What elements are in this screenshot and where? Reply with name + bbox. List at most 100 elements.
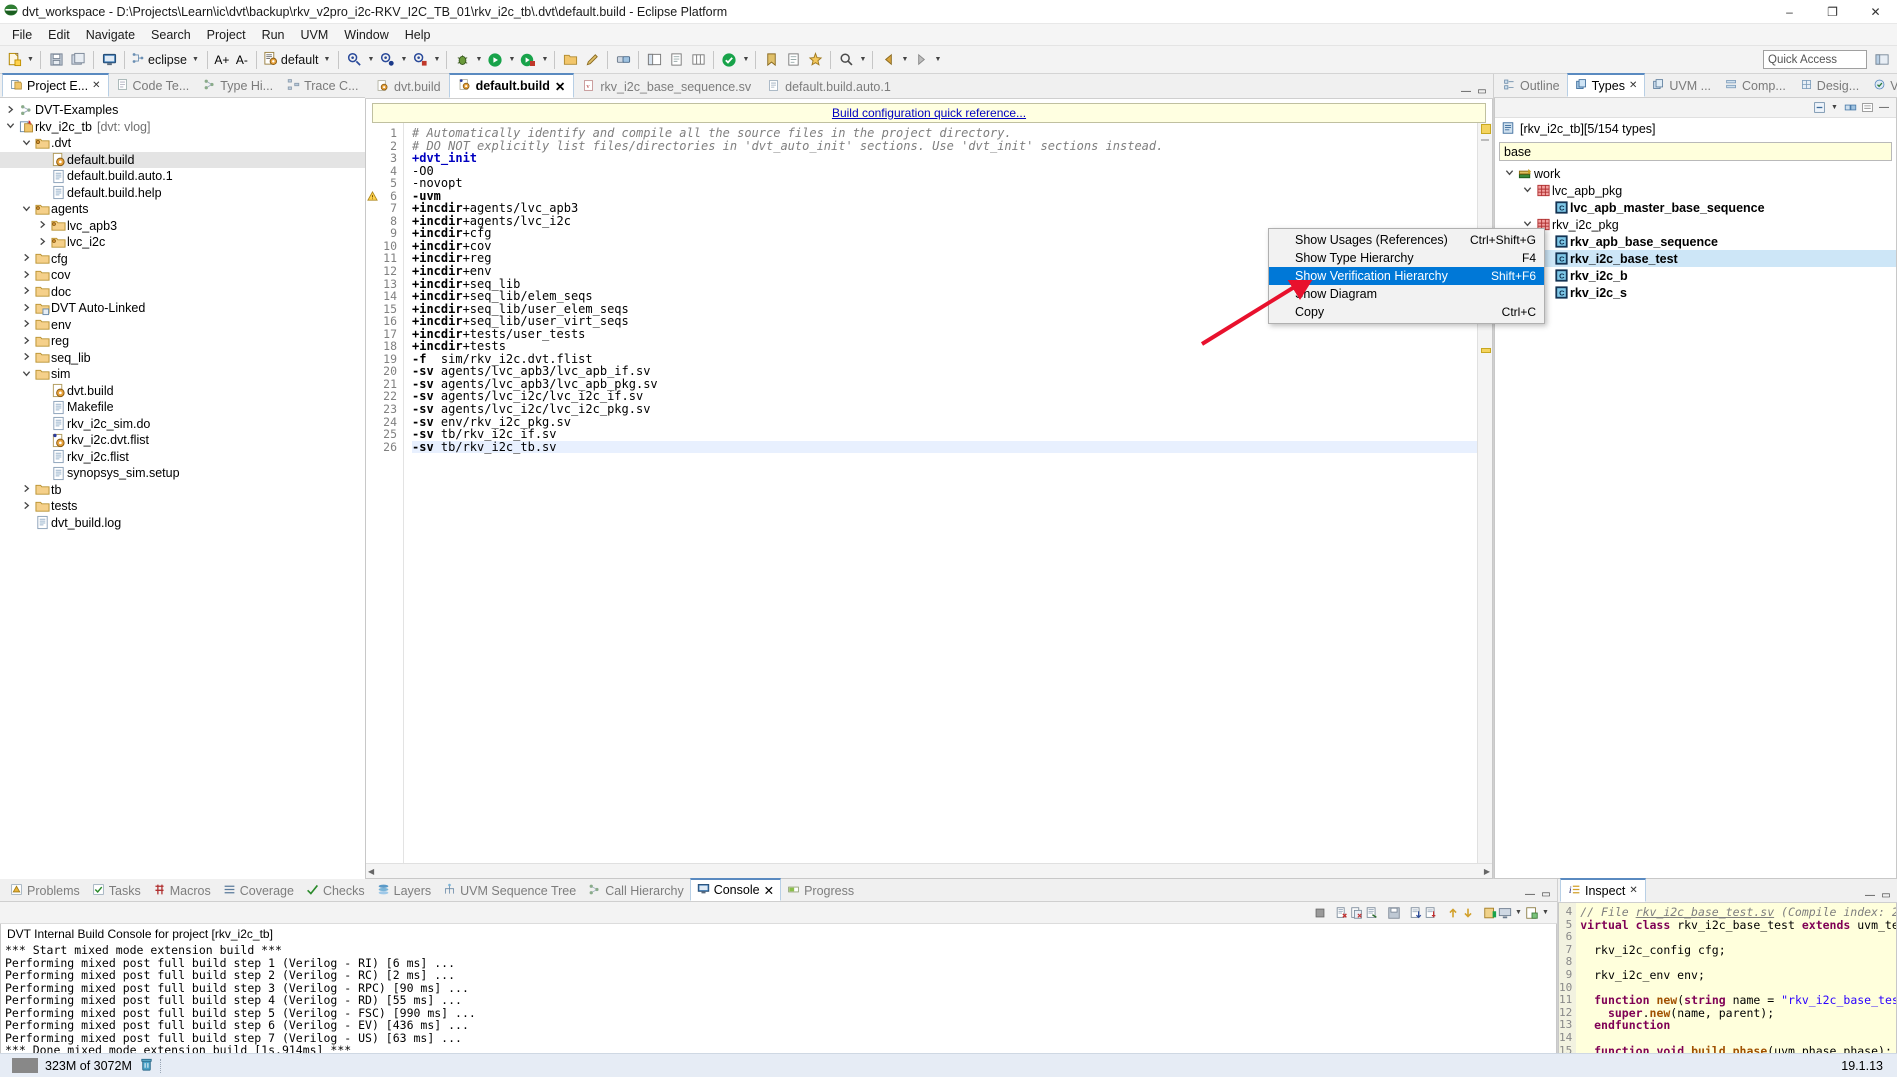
bottom-tab-console[interactable]: Console ✕ — [689, 878, 782, 901]
show-on-output-icon[interactable] — [1424, 906, 1438, 920]
collapse-all-icon[interactable] — [1812, 101, 1826, 115]
tree-item-doc[interactable]: doc — [0, 284, 365, 301]
twisty-icon[interactable] — [1521, 185, 1534, 196]
tree-item-default-build-auto-1[interactable]: default.build.auto.1 — [0, 168, 365, 185]
default-config-selector[interactable]: default ▼ — [261, 49, 335, 71]
code-line[interactable]: +incdir+tests/user_tests — [412, 327, 1477, 341]
tree-item-tests[interactable]: tests — [0, 498, 365, 515]
types-item-work[interactable]: work — [1495, 165, 1896, 182]
check-circle-icon[interactable] — [718, 49, 740, 71]
close-icon[interactable]: ✕ — [1629, 80, 1637, 91]
bottom-tab-tools[interactable]: — ▭ — [1523, 887, 1557, 901]
minimize-types-icon[interactable]: — — [1877, 101, 1891, 115]
annotation-marker[interactable] — [1481, 348, 1491, 353]
close-icon[interactable]: ✕ — [92, 80, 100, 91]
perspective-columns-icon[interactable] — [687, 49, 709, 71]
types-tree[interactable]: work lvc_apb_pkg Clvc_apb_master_base_sequ… — [1495, 163, 1896, 878]
menu-bar[interactable]: File Edit Navigate Search Project Run UV… — [0, 24, 1897, 46]
console-tabstrip[interactable]: Problems Tasks Macros Coverage Checks Layers U… — [0, 878, 1557, 902]
scroll-right-icon[interactable]: ▶ — [1484, 867, 1490, 876]
tree-item-makefile[interactable]: Makefile — [0, 399, 365, 416]
window-controls[interactable]: – ❐ ✕ — [1768, 0, 1897, 24]
bottom-panel[interactable]: Problems Tasks Macros Coverage Checks Layers U… — [0, 878, 1897, 1077]
twisty-icon[interactable] — [36, 237, 49, 248]
types-item-lvc-apb-master-base-sequence[interactable]: Clvc_apb_master_base_sequence — [1495, 199, 1896, 216]
tree-item-default-build-help[interactable]: default.build.help — [0, 185, 365, 202]
trash-icon[interactable] — [139, 1057, 154, 1075]
menu-search[interactable]: Search — [143, 26, 199, 44]
rebuild-icon[interactable] — [409, 49, 431, 71]
twisty-icon[interactable] — [4, 121, 17, 132]
tree-item-cfg[interactable]: cfg — [0, 251, 365, 268]
code-line[interactable]: +incdir+agents/lvc_apb3 — [412, 202, 1477, 215]
twisty-icon[interactable] — [20, 319, 33, 330]
scroll-left-icon[interactable]: ◀ — [368, 867, 374, 876]
editor-body[interactable]: Build configuration quick reference... 1… — [365, 99, 1493, 879]
debug-icon[interactable] — [451, 49, 473, 71]
run-dropdown-icon[interactable]: ▼ — [506, 49, 517, 71]
tree-item--dvt[interactable]: .dvt — [0, 135, 365, 152]
menu-item-show-usages-references-[interactable]: Show Usages (References) Ctrl+Shift+G — [1269, 231, 1544, 249]
bottom-tab-coverage[interactable]: Coverage — [217, 880, 300, 901]
tree-item-lvc-apb3[interactable]: lvc_apb3 — [0, 218, 365, 235]
types-view[interactable]: Outline Types ✕ UVM ... Comp... Desig...… — [1493, 73, 1897, 879]
tab-type-hierarchy[interactable]: Type Hi... — [196, 75, 280, 97]
tab-outline[interactable]: Outline — [1496, 75, 1567, 97]
twisty-icon[interactable] — [20, 286, 33, 297]
quick-access-area[interactable]: Quick Access — [1763, 49, 1897, 71]
editor-marker-gutter[interactable] — [366, 123, 378, 863]
editor-tab-default-build[interactable]: default.build ✕ — [448, 73, 575, 98]
run-external-icon[interactable] — [517, 49, 539, 71]
maximize-console-icon[interactable]: ▭ — [1539, 887, 1553, 901]
build-quick-reference-banner[interactable]: Build configuration quick reference... — [372, 103, 1486, 123]
forward-dropdown-icon[interactable]: ▼ — [932, 49, 943, 71]
minimize-editor-icon[interactable]: — — [1459, 84, 1473, 98]
twisty-icon[interactable] — [20, 352, 33, 363]
tree-item-seq-lib[interactable]: seq_lib — [0, 350, 365, 367]
editor-tabstrip[interactable]: dvt.build default.build ✕ v rkv_i2c_base… — [365, 73, 1493, 99]
menu-window[interactable]: Window — [336, 26, 396, 44]
tab-compile-order[interactable]: Comp... — [1718, 75, 1793, 97]
annotation-marker[interactable] — [1481, 124, 1491, 134]
remove-launch-icon[interactable] — [1335, 906, 1349, 920]
search-dropdown-icon[interactable]: ▼ — [857, 49, 868, 71]
rebuild-dropdown-icon[interactable]: ▼ — [431, 49, 442, 71]
link-editor-icon[interactable] — [612, 49, 634, 71]
inspect-code-line[interactable]: endfunction — [1580, 1019, 1896, 1032]
tree-item-env[interactable]: env — [0, 317, 365, 334]
link-selection-icon[interactable] — [1843, 101, 1857, 115]
scroll-lock-icon[interactable] — [1409, 906, 1423, 920]
display-console-icon[interactable] — [1498, 906, 1512, 920]
minimize-inspect-icon[interactable]: — — [1863, 888, 1877, 902]
inspect-code-line[interactable] — [1580, 931, 1896, 944]
tab-verification[interactable]: Verific... — [1866, 75, 1897, 97]
menu-help[interactable]: Help — [397, 26, 439, 44]
twisty-icon[interactable] — [36, 220, 49, 231]
twisty-icon[interactable] — [4, 105, 17, 116]
code-line[interactable]: +dvt_init — [412, 152, 1477, 165]
build-dropdown-icon[interactable]: ▼ — [365, 49, 376, 71]
menu-item-show-diagram[interactable]: Show Diagram — [1269, 285, 1544, 303]
tree-item-cov[interactable]: cov — [0, 267, 365, 284]
code-line[interactable]: -O0 — [412, 165, 1477, 178]
menu-run[interactable]: Run — [254, 26, 293, 44]
clear-console-icon[interactable] — [1365, 906, 1379, 920]
open-console-icon[interactable] — [1525, 906, 1539, 920]
maximize-inspect-icon[interactable]: ▭ — [1879, 888, 1893, 902]
tab-design[interactable]: Desig... — [1793, 75, 1866, 97]
new-file-icon[interactable] — [3, 49, 25, 71]
code-line[interactable]: # DO NOT explicitly list files/directori… — [412, 139, 1477, 153]
wizard-icon[interactable] — [804, 49, 826, 71]
close-icon[interactable]: ✕ — [555, 79, 565, 94]
save-console-icon[interactable] — [1387, 906, 1401, 920]
console-toggle-icon[interactable] — [98, 49, 120, 71]
tree-item-rkv-i2c-sim-do[interactable]: rkv_i2c_sim.do — [0, 416, 365, 433]
warning-marker-icon[interactable] — [367, 190, 378, 205]
tree-item-dvt-build-log[interactable]: dvt_build.log — [0, 515, 365, 532]
twisty-icon[interactable] — [20, 369, 33, 380]
inspect-tabstrip[interactable]: i Inspect ✕ — ▭ — [1558, 878, 1897, 903]
minimize-console-icon[interactable]: — — [1523, 887, 1537, 901]
inspect-body[interactable]: 45678910111213141516171819 // File rkv_i… — [1558, 903, 1897, 1077]
types-item-rkv-i2c-pkg[interactable]: rkv_i2c_pkg — [1495, 216, 1896, 233]
build-all-icon[interactable] — [376, 49, 398, 71]
